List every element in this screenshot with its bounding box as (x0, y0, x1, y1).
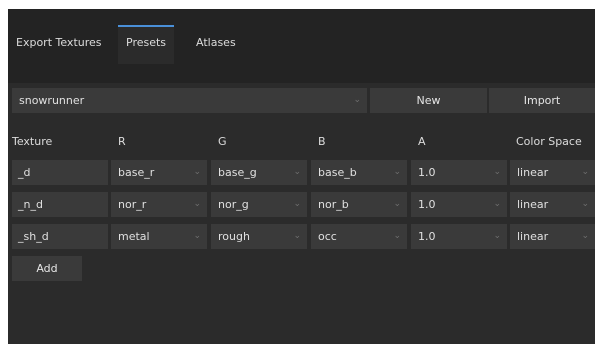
header-color-space: Color Space (516, 135, 582, 148)
color-space-select[interactable]: linear ⌄ (510, 224, 595, 249)
tab-content-header (8, 64, 595, 83)
channel-r-value: nor_r (118, 198, 147, 211)
chevron-down-icon: ⌄ (193, 231, 201, 241)
presets-panel: Export Textures Presets Atlases snowrunn… (8, 9, 595, 344)
color-space-value: linear (517, 230, 549, 243)
chevron-down-icon: ⌄ (581, 199, 589, 209)
add-row-button[interactable]: Add (12, 256, 82, 281)
chevron-down-icon: ⌄ (353, 95, 361, 105)
import-preset-button[interactable]: Import (489, 88, 595, 113)
channel-a-select[interactable]: 1.0 ⌄ (411, 160, 507, 185)
tab-presets[interactable]: Presets (118, 25, 175, 64)
chevron-down-icon: ⌄ (393, 231, 401, 241)
tab-bar: Export Textures Presets Atlases (8, 9, 595, 64)
channel-a-value: 1.0 (418, 166, 436, 179)
chevron-down-icon: ⌄ (293, 167, 301, 177)
color-space-select[interactable]: linear ⌄ (510, 160, 595, 185)
header-r: R (118, 135, 126, 148)
chevron-down-icon: ⌄ (493, 167, 501, 177)
channel-b-select[interactable]: base_b ⌄ (311, 160, 407, 185)
tab-atlases[interactable]: Atlases (188, 27, 244, 64)
texture-field[interactable]: _sh_d (12, 224, 108, 249)
channel-b-value: base_b (318, 166, 357, 179)
channel-b-value: occ (318, 230, 337, 243)
color-space-value: linear (517, 198, 549, 211)
header-b: B (318, 135, 326, 148)
channel-g-select[interactable]: rough ⌄ (211, 224, 307, 249)
new-preset-button[interactable]: New (370, 88, 487, 113)
channel-r-select[interactable]: base_r ⌄ (111, 160, 207, 185)
chevron-down-icon: ⌄ (393, 199, 401, 209)
channel-g-value: rough (218, 230, 250, 243)
channel-g-select[interactable]: nor_g ⌄ (211, 192, 307, 217)
chevron-down-icon: ⌄ (581, 167, 589, 177)
channel-b-select[interactable]: occ ⌄ (311, 224, 407, 249)
channel-a-select[interactable]: 1.0 ⌄ (411, 224, 507, 249)
chevron-down-icon: ⌄ (193, 199, 201, 209)
color-space-select[interactable]: linear ⌄ (510, 192, 595, 217)
chevron-down-icon: ⌄ (581, 231, 589, 241)
channel-g-select[interactable]: base_g ⌄ (211, 160, 307, 185)
preset-select-value: snowrunner (19, 94, 85, 107)
chevron-down-icon: ⌄ (493, 231, 501, 241)
texture-field[interactable]: _d (12, 160, 108, 185)
channel-a-value: 1.0 (418, 230, 436, 243)
channel-r-value: base_r (118, 166, 155, 179)
chevron-down-icon: ⌄ (293, 199, 301, 209)
header-g: G (218, 135, 227, 148)
chevron-down-icon: ⌄ (393, 167, 401, 177)
color-space-value: linear (517, 166, 549, 179)
channel-a-select[interactable]: 1.0 ⌄ (411, 192, 507, 217)
chevron-down-icon: ⌄ (293, 231, 301, 241)
preset-select[interactable]: snowrunner ⌄ (12, 88, 367, 113)
channel-r-value: metal (118, 230, 150, 243)
header-texture: Texture (12, 135, 53, 148)
channel-a-value: 1.0 (418, 198, 436, 211)
texture-field[interactable]: _n_d (12, 192, 108, 217)
channel-b-select[interactable]: nor_b ⌄ (311, 192, 407, 217)
tab-export-textures[interactable]: Export Textures (8, 27, 110, 64)
chevron-down-icon: ⌄ (193, 167, 201, 177)
channel-g-value: nor_g (218, 198, 249, 211)
channel-b-value: nor_b (318, 198, 349, 211)
header-a: A (418, 135, 426, 148)
channel-r-select[interactable]: metal ⌄ (111, 224, 207, 249)
channel-g-value: base_g (218, 166, 257, 179)
channel-r-select[interactable]: nor_r ⌄ (111, 192, 207, 217)
chevron-down-icon: ⌄ (493, 199, 501, 209)
